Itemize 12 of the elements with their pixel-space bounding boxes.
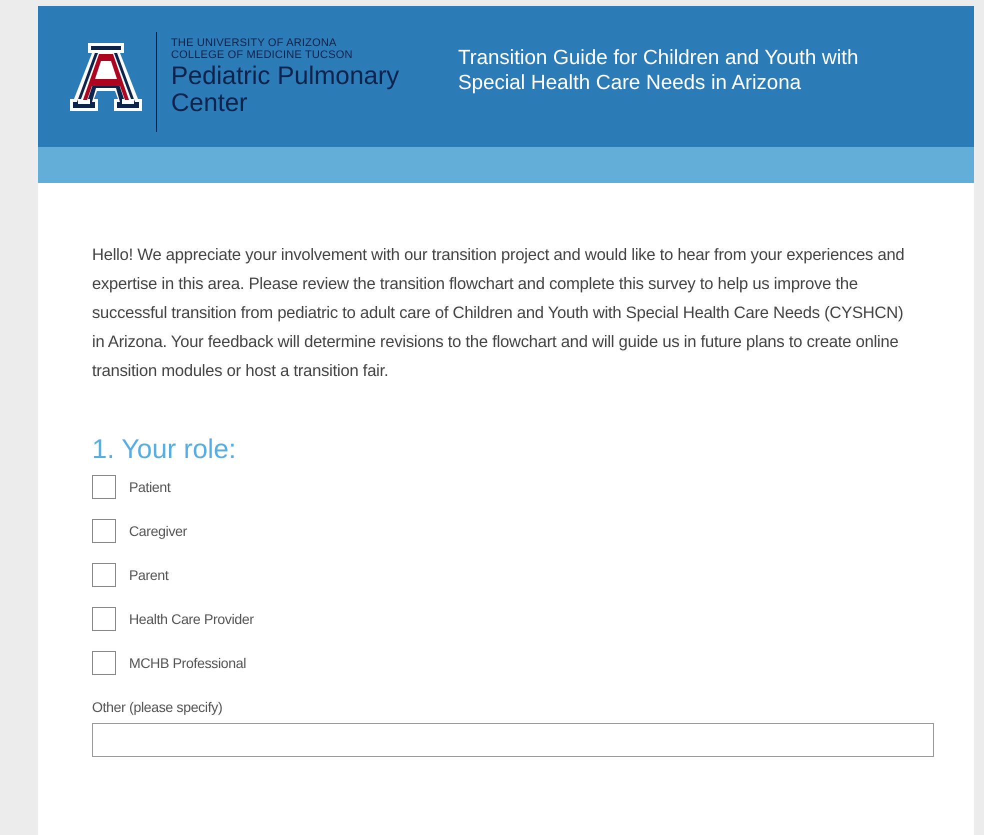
option-label: Caregiver <box>129 523 187 539</box>
option-label: Health Care Provider <box>129 611 254 627</box>
college-name: COLLEGE OF MEDICINE TUCSON <box>171 48 354 60</box>
option-label: Patient <box>129 479 170 495</box>
intro-paragraph: Hello! We appreciate your involvement with our transition project and would like to hear from your experiences and expertise in this area. Please review the transition flowchart and complete this survey to help us improve the successful transition from pediatric to adult care of Children and Youth with Special Health Care Needs (CYSHCN) in Arizona. Your feedback will determine revisions to the flowchart and will guide us in future plans to create online transition modules or host a transition fair. <box>92 245 906 382</box>
question-title: 1. Your role: <box>92 434 238 465</box>
option-label: MCHB Professional <box>129 655 246 671</box>
option-label: Parent <box>129 567 168 583</box>
header-title: Transition Guide for Children and Youth with Special Health Care Needs in Arizona <box>458 44 860 94</box>
other-label: Other (please specify) <box>92 699 224 715</box>
university-name: THE UNIVERSITY OF ARIZONA <box>171 36 338 48</box>
center-name: Pediatric Pulmonary Center <box>171 62 400 116</box>
